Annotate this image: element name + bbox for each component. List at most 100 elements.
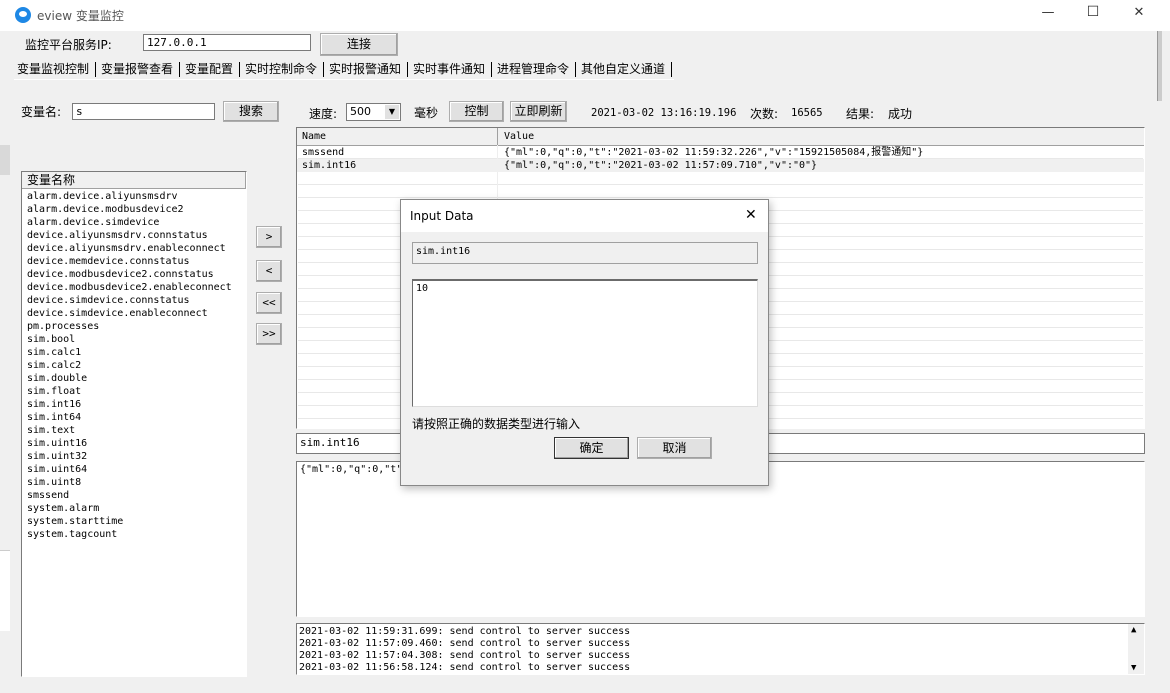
variable-list-item[interactable]: alarm.device.aliyunsmsdrv [22,190,246,203]
variable-list-item[interactable]: sim.uint16 [22,437,246,450]
speed-unit: 毫秒 [414,106,439,120]
ok-button[interactable]: 确定 [554,437,629,459]
tab-4[interactable]: 实时报警通知 [326,60,404,78]
dialog-value-text: 10 [416,283,429,294]
watch-table-header: Name Value [297,128,1144,146]
result-value: 成功 [888,107,913,121]
tab-2[interactable]: 变量配置 [182,60,236,78]
control-button[interactable]: 控制 [449,101,504,122]
window-scrollbar[interactable] [1157,31,1162,101]
refresh-now-button[interactable]: 立即刷新 [510,101,567,122]
variable-list-item[interactable]: sim.float [22,385,246,398]
background-window-edge [0,145,10,631]
server-ip-input[interactable]: 127.0.0.1 [143,34,311,51]
variable-list-item[interactable]: sim.uint32 [22,450,246,463]
variable-list-item[interactable]: sim.uint8 [22,476,246,489]
search-input[interactable]: s [72,103,215,120]
variable-list-item[interactable]: device.simdevice.enableconnect [22,307,246,320]
row-name: sim.int16 [302,160,357,171]
grid-line [298,184,1143,185]
row-name: smssend [302,147,345,158]
dialog-close-icon[interactable]: ✕ [745,207,757,223]
close-button[interactable]: ✕ [1124,5,1154,20]
input-data-dialog: Input Data ✕ sim.int16 10 请按照正确的数据类型进行输入… [400,199,769,486]
last-update-timestamp: 2021-03-02 13:16:19.196 [591,107,737,119]
variable-list-item[interactable]: sim.bool [22,333,246,346]
cancel-button[interactable]: 取消 [637,437,712,459]
speed-label: 速度: [309,107,338,121]
detail-text: {"ml":0,"q":0,"t" [300,464,403,475]
variable-list-item[interactable]: sim.calc2 [22,359,246,372]
search-button[interactable]: 搜索 [223,101,279,122]
tab-7[interactable]: 其他自定义通道 [578,60,668,78]
tab-separator [95,62,96,77]
window-title: eview 变量监控 [37,9,124,23]
chevron-down-icon[interactable]: ▼ [385,105,399,119]
remove-button[interactable]: < [256,260,282,282]
table-row[interactable]: sim.int16 {"ml":0,"q":0,"t":"2021-03-02 1… [297,159,1144,172]
variable-list-item[interactable]: device.modbusdevice2.connstatus [22,268,246,281]
dialog-hint: 请按照正确的数据类型进行输入 [412,417,581,431]
title-bar: eview 变量监控 — ☐ ✕ [0,0,1170,31]
tab-separator [407,62,408,77]
variable-list-item[interactable]: system.starttime [22,515,246,528]
variable-list-item[interactable]: system.tagcount [22,528,246,541]
scroll-down-icon[interactable]: ▼ [1131,663,1136,673]
dialog-title: Input Data [410,209,474,223]
server-ip-label: 监控平台服务IP: [25,38,112,52]
variable-list-item[interactable]: alarm.device.simdevice [22,216,246,229]
count-value: 16565 [791,107,823,119]
add-button[interactable]: > [256,226,282,248]
count-label: 次数: [750,107,779,121]
tab-3[interactable]: 实时控制命令 [242,60,320,78]
column-header-name[interactable]: Name [302,131,326,142]
variable-list-item[interactable]: sim.int64 [22,411,246,424]
column-header-value[interactable]: Value [504,131,534,142]
variable-list-item[interactable]: sim.text [22,424,246,437]
variable-list-item[interactable]: sim.calc1 [22,346,246,359]
tab-separator [239,62,240,77]
variable-list-item[interactable]: smssend [22,489,246,502]
tab-6[interactable]: 进程管理命令 [494,60,572,78]
variable-list-item[interactable]: alarm.device.modbusdevice2 [22,203,246,216]
variable-list[interactable]: 变量名称 alarm.device.aliyunsmsdrv alarm.devi… [21,171,247,677]
dialog-value-input[interactable]: 10 [412,279,758,407]
scroll-up-icon[interactable]: ▲ [1131,625,1136,635]
variable-list-item[interactable]: device.simdevice.connstatus [22,294,246,307]
variable-list-item[interactable]: sim.uint64 [22,463,246,476]
row-value: {"ml":0,"q":0,"t":"2021-03-02 11:57:09.7… [504,160,818,171]
log-panel[interactable]: 2021-03-02 11:59:31.699: send control to… [296,623,1145,675]
tab-0[interactable]: 变量监视控制 [14,60,93,78]
dialog-variable-name: sim.int16 [412,242,758,264]
tab-5[interactable]: 实时事件通知 [410,60,488,78]
variable-list-item[interactable]: device.aliyunsmsdrv.enableconnect [22,242,246,255]
variable-list-item[interactable]: device.aliyunsmsdrv.connstatus [22,229,246,242]
variable-list-item[interactable]: device.modbusdevice2.enableconnect [22,281,246,294]
minimize-button[interactable]: — [1033,5,1063,20]
add-all-button[interactable]: >> [256,323,282,345]
variable-list-item[interactable]: device.memdevice.connstatus [22,255,246,268]
maximize-button[interactable]: ☐ [1078,4,1108,20]
tab-separator [179,62,180,77]
log-line: 2021-03-02 11:56:58.124: send control to… [299,662,631,673]
log-line: 2021-03-02 11:57:09.460: send control to… [299,638,631,649]
table-row[interactable]: smssend {"ml":0,"q":0,"t":"2021-03-02 11:… [297,146,1144,159]
connect-button[interactable]: 连接 [320,33,398,56]
variable-list-item[interactable]: sim.double [22,372,246,385]
speed-select[interactable]: 500 ▼ [346,103,401,121]
dialog-title-bar: Input Data ✕ [401,200,768,232]
variable-list-header[interactable]: 变量名称 [22,172,246,189]
variable-list-item[interactable]: system.alarm [22,502,246,515]
variable-list-item[interactable]: sim.int16 [22,398,246,411]
remove-all-button[interactable]: << [256,292,282,314]
result-label: 结果: [846,107,875,121]
log-line: 2021-03-02 11:59:31.699: send control to… [299,626,631,637]
tab-separator [575,62,576,77]
search-label: 变量名: [21,105,62,119]
row-value: {"ml":0,"q":0,"t":"2021-03-02 11:59:32.2… [504,147,924,158]
variable-list-item[interactable]: pm.processes [22,320,246,333]
tab-1[interactable]: 变量报警查看 [98,60,176,78]
tab-separator [323,62,324,77]
app-icon [15,7,31,23]
log-scrollbar[interactable]: ▲ ▼ [1128,624,1144,674]
